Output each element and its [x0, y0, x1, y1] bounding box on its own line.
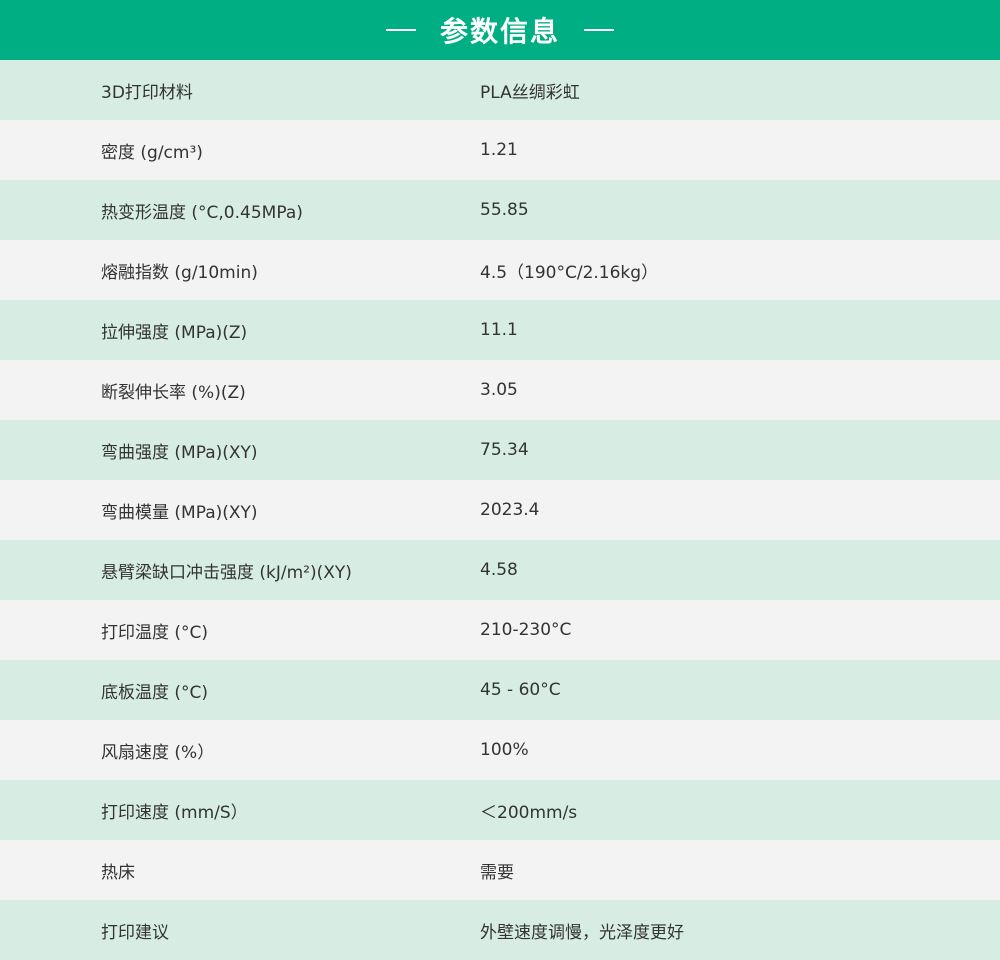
spec-name: 底板温度 (°C)	[101, 682, 209, 703]
spec-row-density: 密度 (g/cm³) 1.21	[0, 120, 1000, 180]
spec-name: 打印速度 (mm/S）	[101, 802, 248, 823]
spec-name: 风扇速度 (%）	[101, 742, 215, 763]
spec-page: 参数信息 3D打印材料 PLA丝绸彩虹 密度 (g/cm³) 1.21 热变形温…	[0, 0, 1000, 960]
section-title: 参数信息	[439, 15, 560, 48]
spec-name: 密度 (g/cm³)	[101, 142, 203, 163]
spec-row-flexural-modulus: 弯曲模量 (MPa)(XY) 2023.4	[0, 480, 1000, 540]
spec-name: 热变形温度 (°C,0.45MPa)	[101, 202, 303, 223]
spec-name: 弯曲强度 (MPa)(XY)	[101, 442, 258, 463]
spec-row-impact-strength: 悬臂梁缺口冲击强度 (kJ/m²)(XY) 4.58	[0, 540, 1000, 600]
spec-value: 3.05	[480, 380, 518, 400]
spec-row-print-speed: 打印速度 (mm/S） ＜200mm/s	[0, 780, 1000, 840]
spec-name: 拉伸强度 (MPa)(Z)	[101, 322, 248, 343]
spec-value: 55.85	[480, 200, 529, 220]
spec-value: 外壁速度调慢，光泽度更好	[480, 922, 684, 943]
spec-name: 打印建议	[101, 922, 169, 943]
spec-value: 45 - 60°C	[480, 680, 561, 700]
spec-row-elongation: 断裂伸长率 (%)(Z) 3.05	[0, 360, 1000, 420]
spec-value: 210-230°C	[480, 620, 572, 640]
spec-name: 弯曲模量 (MPa)(XY)	[101, 502, 258, 523]
spec-name: 3D打印材料	[101, 82, 193, 103]
spec-name: 悬臂梁缺口冲击强度 (kJ/m²)(XY)	[101, 562, 352, 583]
spec-row-fan-speed: 风扇速度 (%） 100%	[0, 720, 1000, 780]
spec-value: 75.34	[480, 440, 529, 460]
spec-row-bed-temp: 底板温度 (°C) 45 - 60°C	[0, 660, 1000, 720]
spec-value: PLA丝绸彩虹	[480, 82, 580, 103]
spec-value: 1.21	[480, 140, 518, 160]
spec-row-material: 3D打印材料 PLA丝绸彩虹	[0, 60, 1000, 120]
spec-value: 4.58	[480, 560, 518, 580]
section-header: 参数信息	[0, 0, 1000, 60]
header-dash-left	[385, 29, 416, 31]
spec-name: 打印温度 (°C)	[101, 622, 209, 643]
spec-row-heat-deflection: 热变形温度 (°C,0.45MPa) 55.85	[0, 180, 1000, 240]
spec-name: 热床	[101, 862, 135, 883]
spec-row-melt-index: 熔融指数 (g/10min) 4.5（190°C/2.16kg）	[0, 240, 1000, 300]
spec-name: 断裂伸长率 (%)(Z)	[101, 382, 246, 403]
spec-row-print-temp: 打印温度 (°C) 210-230°C	[0, 600, 1000, 660]
header-dash-right	[584, 29, 614, 31]
spec-value: 11.1	[480, 320, 518, 340]
spec-row-print-advice: 打印建议 外壁速度调慢，光泽度更好	[0, 900, 1000, 960]
spec-row-heated-bed: 热床 需要	[0, 840, 1000, 900]
spec-value: 4.5（190°C/2.16kg）	[480, 262, 659, 283]
spec-value: 2023.4	[480, 500, 540, 520]
spec-row-tensile-strength: 拉伸强度 (MPa)(Z) 11.1	[0, 300, 1000, 360]
spec-row-flexural-strength: 弯曲强度 (MPa)(XY) 75.34	[0, 420, 1000, 480]
spec-value: 需要	[480, 862, 514, 883]
spec-value: ＜200mm/s	[480, 802, 578, 823]
spec-table: 3D打印材料 PLA丝绸彩虹 密度 (g/cm³) 1.21 热变形温度 (°C…	[0, 60, 1000, 960]
spec-name: 熔融指数 (g/10min)	[101, 262, 258, 283]
spec-value: 100%	[480, 740, 529, 760]
